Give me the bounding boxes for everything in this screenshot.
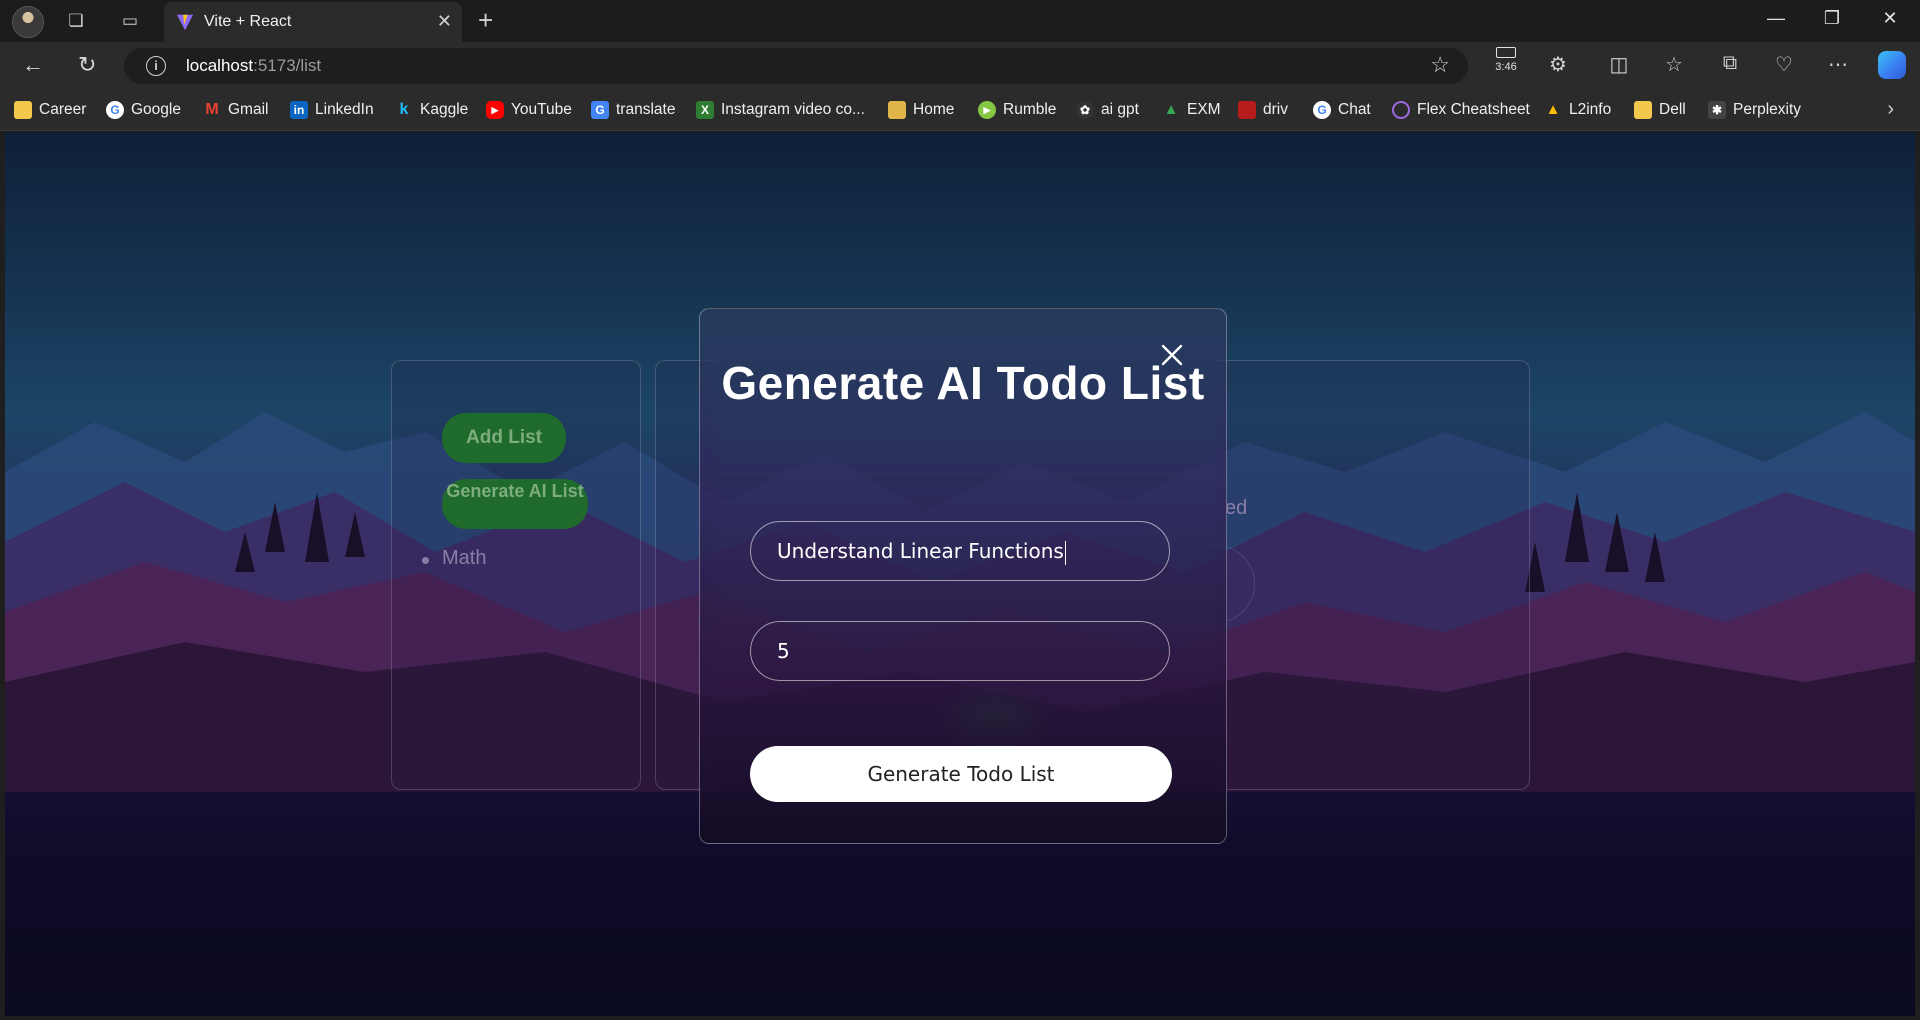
refresh-icon[interactable]: ↻ [78, 54, 96, 76]
collections-icon[interactable]: ⧉ [1716, 52, 1744, 75]
bookmark-exm[interactable]: ▲ EXM [1162, 90, 1221, 130]
new-tab-icon[interactable]: + [478, 7, 493, 33]
browser-title-bar: ❏ ▭ Vite + React ✕ + — ❐ ✕ [0, 0, 1920, 42]
bookmark-kaggle[interactable]: k Kaggle [395, 90, 469, 130]
chevron-right-icon[interactable]: › [1887, 98, 1894, 121]
driv-icon [1238, 101, 1256, 119]
restore-icon[interactable]: ❐ [1812, 8, 1852, 29]
flex-icon [1392, 101, 1410, 119]
extensions-icon[interactable]: ⚙ [1544, 52, 1572, 77]
bookmark-career[interactable]: Career [14, 90, 86, 130]
favorites-icon[interactable]: ☆ [1660, 52, 1688, 77]
list-bullet [422, 557, 429, 564]
battery-time: 3:46 [1495, 61, 1517, 73]
drive-icon: ▲ [1545, 101, 1561, 118]
minimize-icon[interactable]: — [1756, 8, 1796, 29]
drive-icon: ▲ [1163, 101, 1179, 118]
tab-title: Vite + React [204, 13, 292, 30]
bookmark-translate[interactable]: Gtranslate [591, 90, 675, 130]
bookmark-l2info[interactable]: ▲ L2info [1544, 90, 1612, 130]
add-list-button[interactable]: Add List [442, 413, 566, 463]
google-icon: G [106, 101, 124, 119]
rumble-icon: ▶ [978, 101, 996, 119]
bookmark-gmail[interactable]: M Gmail [203, 90, 268, 130]
workspaces-icon[interactable]: ❏ [64, 9, 88, 33]
folder-icon [14, 101, 32, 119]
text-caret [1064, 540, 1066, 565]
tab-close-icon[interactable]: ✕ [437, 11, 452, 32]
battery-icon [1496, 47, 1516, 58]
bookmark-dell[interactable]: Dell [1634, 90, 1686, 130]
bookmarks-bar: Career G Google M Gmail in LinkedIn k Kaggle… [0, 90, 1920, 131]
translate-icon: G [591, 101, 609, 119]
gmail-icon: M [205, 101, 219, 118]
completed-card: ed [1177, 360, 1530, 790]
home-icon [888, 101, 906, 119]
list-item-math[interactable]: Math [442, 547, 486, 570]
more-menu-icon[interactable]: ⋯ [1824, 52, 1852, 77]
completed-heading-partial: ed [1225, 497, 1248, 519]
bookmark-home[interactable]: Home [888, 90, 954, 130]
folder-icon [1634, 101, 1652, 119]
linkedin-icon: in [290, 101, 308, 119]
bookmark-flex-cheatsheet[interactable]: Flex Cheatsheet [1392, 90, 1530, 130]
google-chat-icon: G [1313, 101, 1331, 119]
instagram-tool-icon: X [696, 101, 714, 119]
bookmark-rumble[interactable]: ▶ Rumble [978, 90, 1056, 130]
browser-toolbar: ← ↻ i localhost:5173/list ☆ 3:46 ⚙ ◫ ☆ ⧉… [0, 42, 1920, 90]
battery-indicator: 3:46 [1492, 47, 1520, 73]
openai-icon: ✿ [1076, 101, 1094, 119]
topic-input[interactable]: Understand Linear Functions [750, 521, 1170, 581]
bookmark-google[interactable]: G Google [106, 90, 181, 130]
copilot-icon[interactable] [1878, 51, 1906, 79]
profile-avatar[interactable] [12, 6, 44, 38]
generate-ai-todo-modal: Generate AI Todo List Understand Linear … [699, 308, 1227, 844]
split-screen-icon[interactable]: ◫ [1605, 52, 1633, 77]
url-text[interactable]: localhost:5173/list [186, 56, 321, 76]
bookmark-ai-gpt[interactable]: ✿ ai gpt [1076, 90, 1139, 130]
browser-tab-active[interactable]: Vite + React ✕ [164, 2, 462, 42]
site-info-icon[interactable]: i [146, 56, 166, 76]
address-bar[interactable]: i localhost:5173/list ☆ [124, 48, 1468, 84]
page-viewport: Add List Generate AI List Math ed Genera… [5, 132, 1915, 1016]
bookmark-instagram-video[interactable]: X Instagram video co... [696, 90, 865, 130]
back-icon[interactable]: ← [22, 54, 44, 76]
modal-title: Generate AI Todo List [721, 357, 1205, 409]
generate-ai-list-button[interactable]: Generate AI List [442, 479, 588, 529]
bookmark-youtube[interactable]: ▶ YouTube [486, 90, 572, 130]
favorite-star-icon[interactable]: ☆ [1430, 52, 1450, 78]
close-window-icon[interactable]: ✕ [1870, 8, 1910, 29]
perplexity-icon: ✱ [1708, 101, 1726, 119]
item-count-input[interactable]: 5 [750, 621, 1170, 681]
close-icon[interactable] [1158, 341, 1186, 369]
vite-logo-icon [176, 14, 194, 31]
generate-todo-list-button[interactable]: Generate Todo List [750, 746, 1172, 802]
youtube-icon: ▶ [486, 101, 504, 119]
browser-essentials-icon[interactable]: ♡ [1770, 52, 1798, 77]
kaggle-icon: k [399, 101, 409, 118]
bookmark-linkedin[interactable]: in LinkedIn [290, 90, 374, 130]
bookmark-chat[interactable]: G Chat [1313, 90, 1371, 130]
todo-lists-card: Add List Generate AI List Math [391, 360, 641, 790]
bookmark-perplexity[interactable]: ✱ Perplexity [1708, 90, 1801, 130]
tab-actions-icon[interactable]: ▭ [118, 9, 142, 33]
bookmark-driv[interactable]: driv [1238, 90, 1288, 130]
